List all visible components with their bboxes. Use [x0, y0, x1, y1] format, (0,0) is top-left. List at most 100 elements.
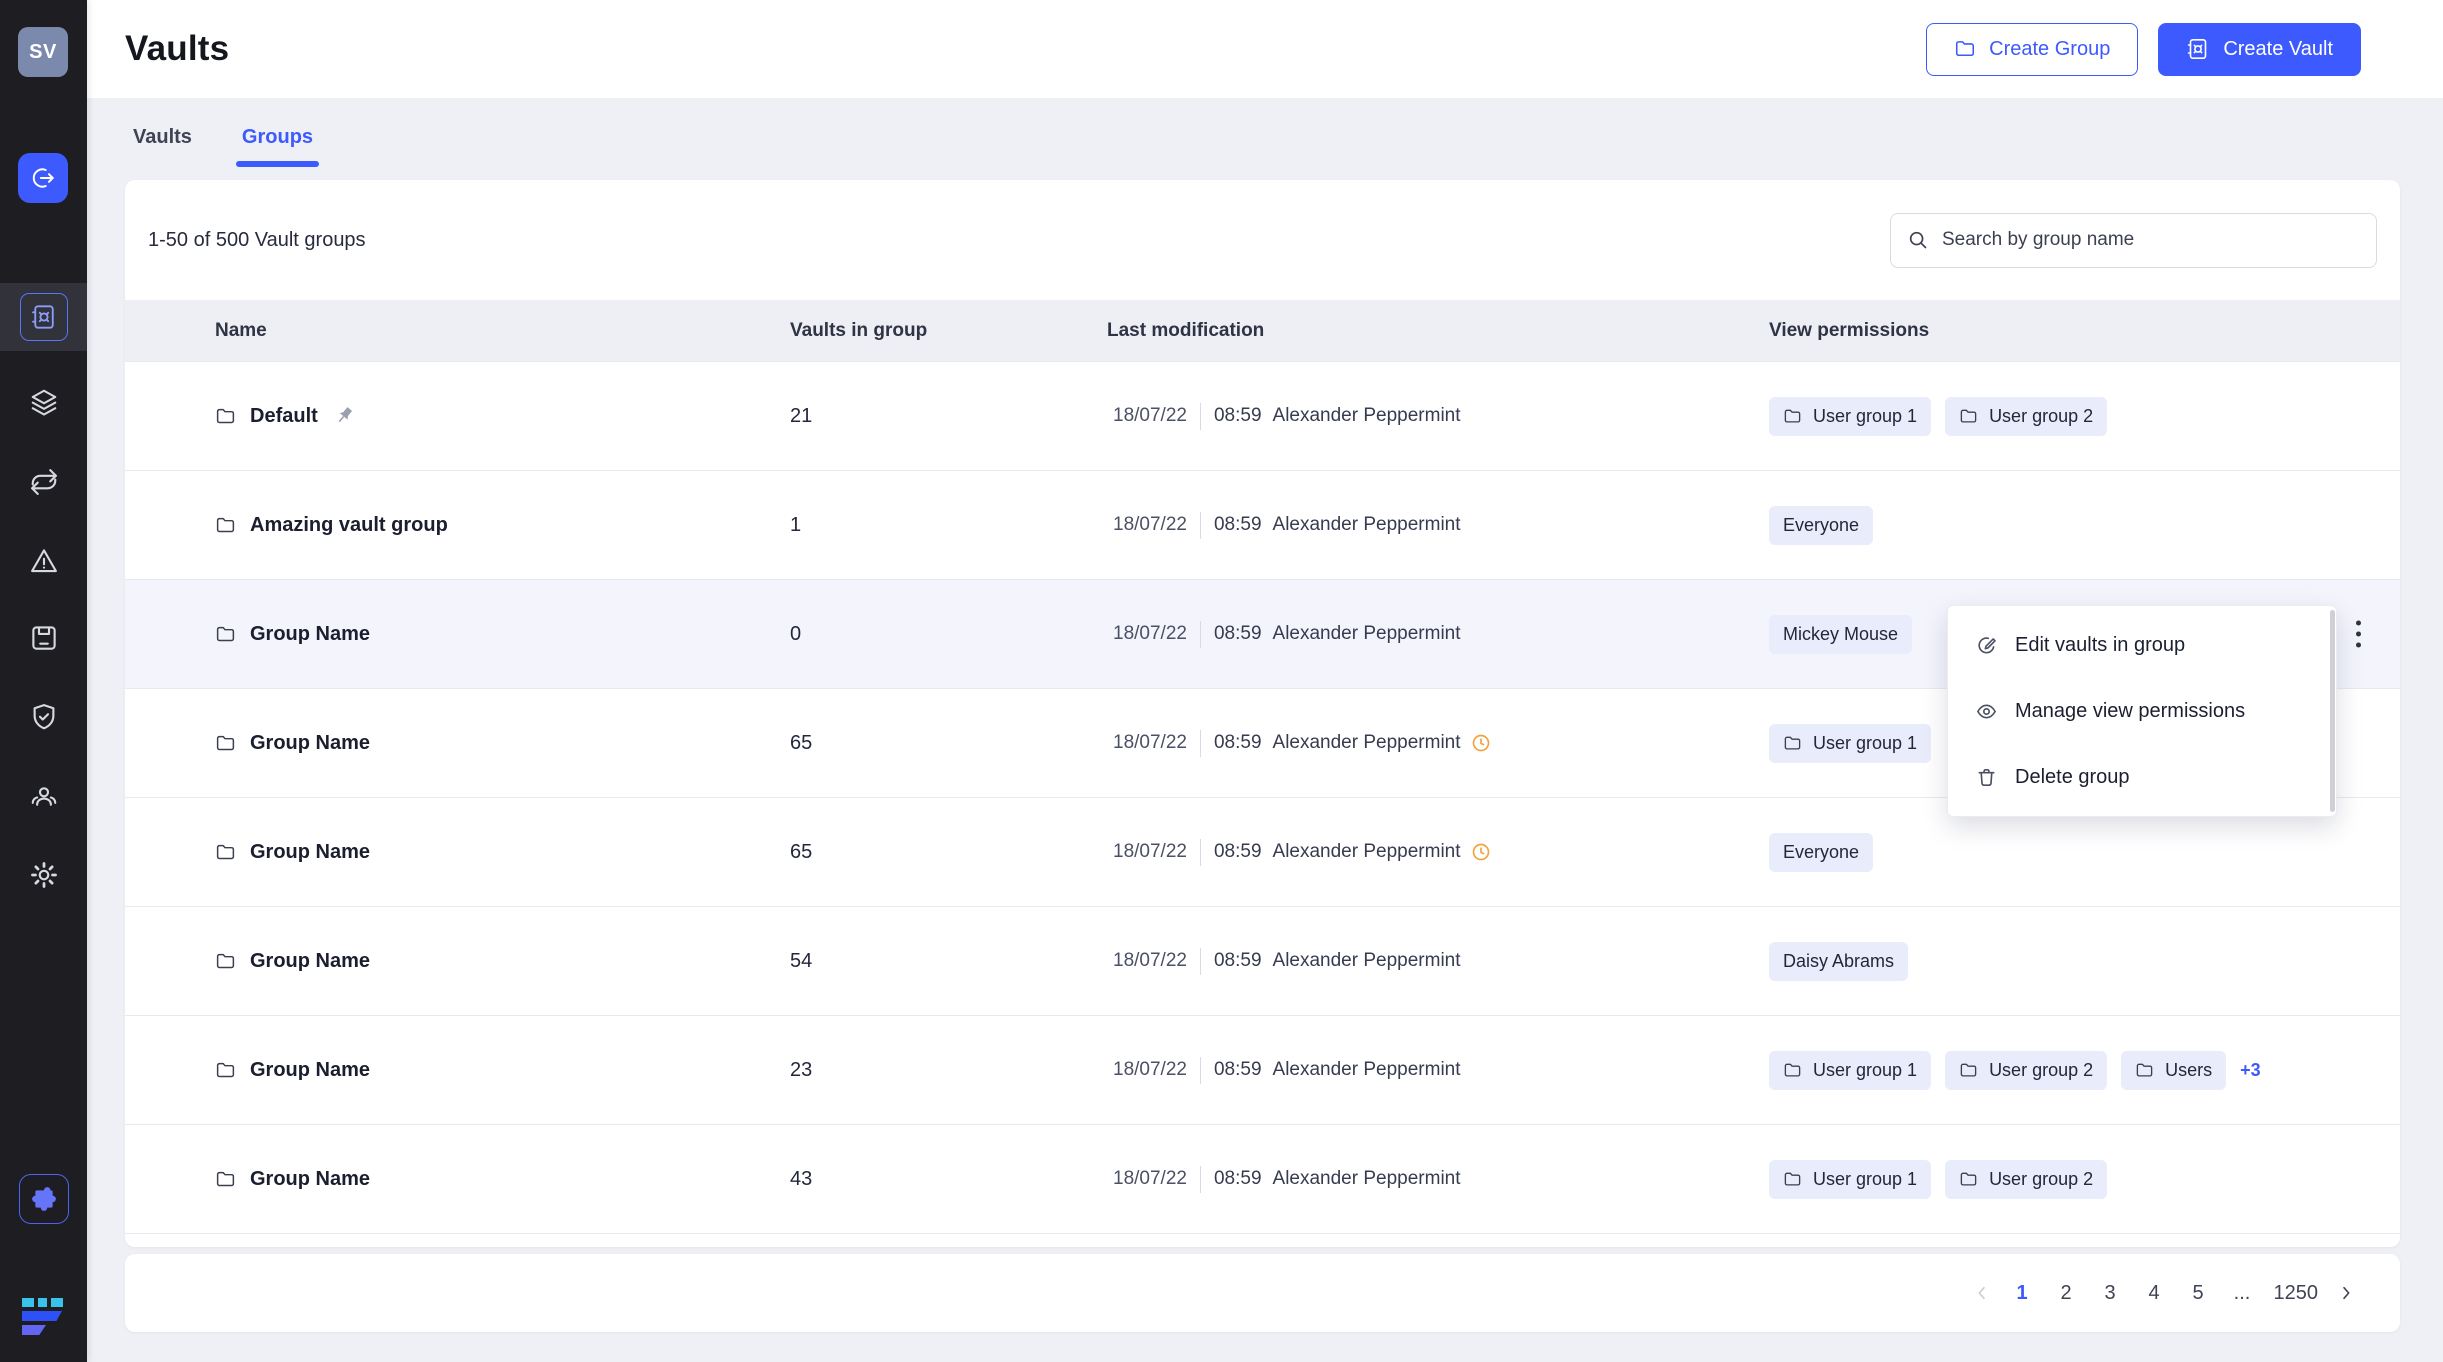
vaults-count: 65 — [790, 731, 813, 754]
sidebar-item-settings[interactable] — [29, 860, 59, 890]
permission-chip-label: User group 1 — [1813, 1059, 1918, 1080]
clock-icon — [1472, 734, 1489, 752]
search-input[interactable] — [1940, 228, 2360, 252]
folder-icon — [216, 735, 235, 750]
group-name: Default — [250, 404, 318, 427]
modification-time: 08:59 — [1213, 841, 1262, 862]
group-name: Group Name — [250, 949, 371, 972]
vaults-count: 21 — [790, 404, 813, 427]
permission-chip-label: Mickey Mouse — [1783, 623, 1899, 644]
divider — [1199, 838, 1201, 866]
table-row[interactable]: Group Name 43 18/07/22 08:59 Alexander P… — [125, 1124, 2400, 1233]
clock-icon — [1472, 843, 1489, 861]
modification-date: 18/07/22 — [1113, 841, 1187, 862]
permission-chip-label: User group 2 — [1989, 1059, 2094, 1080]
page-ellipsis: ... — [2233, 1281, 2251, 1304]
vaults-count: 0 — [790, 622, 802, 645]
folder-icon — [1784, 1172, 1801, 1186]
folder-icon — [216, 1171, 235, 1186]
modification-user: Alexander Peppermint — [1272, 623, 1461, 644]
group-name: Group Name — [250, 731, 371, 754]
more-permissions-count[interactable]: +3 — [2240, 1060, 2261, 1081]
sidebar-item-archive[interactable] — [29, 623, 59, 653]
group-name: Amazing vault group — [250, 513, 448, 536]
extensions-button[interactable] — [19, 1174, 69, 1224]
create-vault-button[interactable]: Create Vault — [2158, 22, 2361, 76]
menu-item-delete-group[interactable]: Delete group — [1948, 744, 2336, 810]
page-1250[interactable]: 1250 — [2269, 1279, 2324, 1308]
column-vaults-in-group: Vaults in group — [790, 319, 928, 341]
menu-item-manage-permissions[interactable]: Manage view permissions — [1948, 678, 2336, 744]
folder-icon — [1960, 409, 1977, 423]
archive-icon — [31, 626, 56, 650]
table-row[interactable]: Default 21 18/07/22 08:59 Alexander Pepp… — [125, 361, 2400, 470]
divider — [1199, 1056, 1201, 1084]
modification-user: Alexander Peppermint — [1272, 1059, 1461, 1080]
page-1[interactable]: 1 — [2005, 1279, 2040, 1308]
sidebar-item-vaults-active[interactable] — [0, 283, 87, 351]
sidebar-item-alerts[interactable] — [29, 546, 59, 576]
divider — [1199, 620, 1201, 648]
modification-date: 18/07/22 — [1113, 623, 1187, 644]
permission-chip-label: Everyone — [1783, 841, 1860, 862]
folder-icon — [216, 1062, 235, 1077]
page-3[interactable]: 3 — [2093, 1279, 2128, 1308]
folder-icon — [216, 953, 235, 968]
table-row[interactable]: Group Name 54 18/07/22 08:59 Alexander P… — [125, 906, 2400, 1015]
modification-user: Alexander Peppermint — [1272, 514, 1461, 535]
modification-date: 18/07/22 — [1113, 514, 1187, 535]
search-icon — [1907, 229, 1929, 251]
folder-icon — [216, 517, 235, 532]
tab-groups[interactable]: Groups — [235, 126, 320, 167]
gear-icon — [30, 862, 57, 888]
vaults-count: 65 — [790, 840, 813, 863]
layers-icon — [31, 389, 56, 416]
column-name: Name — [215, 319, 267, 341]
group-name: Group Name — [250, 1058, 371, 1081]
folder-icon — [1784, 1063, 1801, 1077]
table-row[interactable]: Group Name 23 18/07/22 08:59 Alexander P… — [125, 1015, 2400, 1124]
page-5[interactable]: 5 — [2181, 1279, 2216, 1308]
modification-user: Alexander Peppermint — [1272, 732, 1461, 753]
divider — [1199, 729, 1201, 757]
table-row[interactable]: Amazing vault group 1 18/07/22 08:59 Ale… — [125, 470, 2400, 579]
pin-icon — [338, 407, 352, 422]
permission-chips: User group 1 User group 2 Users — [1769, 1050, 2227, 1090]
sidebar: SV — [0, 0, 87, 1362]
sidebar-item-security[interactable] — [29, 702, 59, 732]
menu-item-edit-vaults[interactable]: Edit vaults in group — [1948, 612, 2336, 678]
tab-vaults[interactable]: Vaults — [133, 126, 192, 167]
avatar[interactable]: SV — [18, 27, 68, 77]
logout-button[interactable] — [18, 153, 68, 203]
row-actions-kebab[interactable] — [2351, 616, 2366, 653]
permission-chip: User group 1 — [1769, 396, 1932, 436]
folder-icon — [1954, 38, 1976, 60]
modification-user: Alexander Peppermint — [1272, 1168, 1461, 1189]
previous-page-button[interactable] — [1968, 1285, 1996, 1301]
partial-row — [125, 1233, 2400, 1247]
repeat-icon — [30, 469, 57, 495]
permission-chip-label: User group 1 — [1813, 1168, 1918, 1189]
modification-time: 08:59 — [1213, 950, 1262, 971]
permission-chip: User group 1 — [1769, 723, 1932, 763]
folder-icon — [216, 408, 235, 423]
group-name: Group Name — [250, 1167, 371, 1190]
permission-chips: Everyone — [1769, 832, 1874, 872]
folder-icon — [216, 844, 235, 859]
page-2[interactable]: 2 — [2049, 1279, 2084, 1308]
modification-date: 18/07/22 — [1113, 732, 1187, 753]
sidebar-item-layers[interactable] — [29, 387, 59, 417]
divider — [1199, 1165, 1201, 1193]
page-4[interactable]: 4 — [2137, 1279, 2172, 1308]
table-header: Name Vaults in group Last modification V… — [125, 300, 2400, 361]
next-page-button[interactable] — [2332, 1285, 2360, 1301]
shield-check-icon — [33, 704, 54, 730]
modification-time: 08:59 — [1213, 1059, 1262, 1080]
menu-scrollbar[interactable] — [2330, 610, 2335, 812]
sidebar-item-sync[interactable] — [29, 467, 59, 497]
divider — [1199, 402, 1201, 430]
tab-bar: Vaults Groups — [125, 126, 2400, 167]
create-group-button[interactable]: Create Group — [1926, 22, 2139, 76]
sidebar-item-users[interactable] — [29, 781, 59, 811]
permission-chip-label: User group 1 — [1813, 405, 1918, 426]
